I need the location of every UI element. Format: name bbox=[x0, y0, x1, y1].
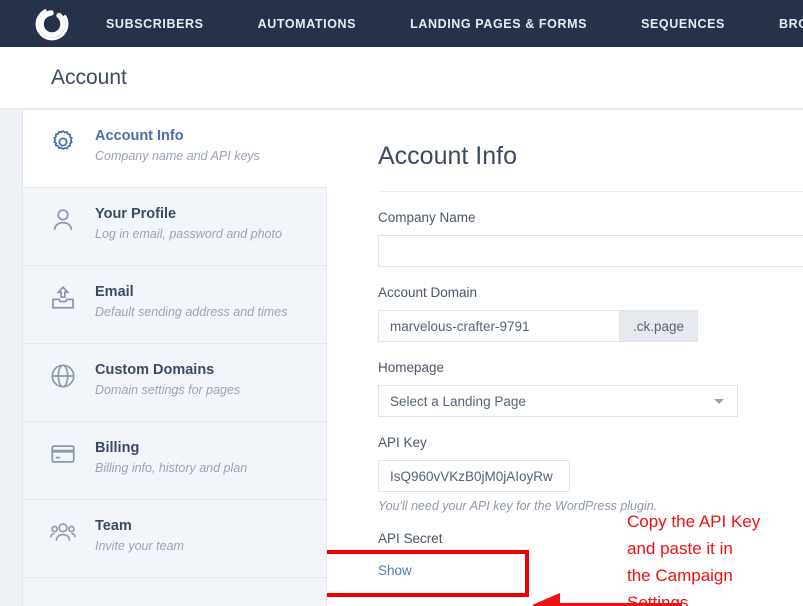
globe-icon bbox=[49, 360, 87, 390]
api-secret-show-link[interactable]: Show bbox=[378, 563, 803, 578]
account-info-panel: Account Info Company Name Account Domain… bbox=[327, 109, 803, 606]
sidebar-item-label: Email bbox=[95, 284, 134, 300]
sidebar-item-account-info[interactable]: Account Info Company name and API keys bbox=[23, 110, 327, 188]
nav-link-broadcasts[interactable]: BROADCASTS bbox=[752, 17, 803, 31]
account-domain-label: Account Domain bbox=[378, 285, 478, 300]
api-key-label: API Key bbox=[378, 435, 427, 450]
sidebar-item-desc: Log in email, password and photo bbox=[95, 227, 282, 241]
sidebar-item-custom-domains[interactable]: Custom Domains Domain settings for pages bbox=[23, 344, 326, 422]
sidebar-item-desc: Billing info, history and plan bbox=[95, 461, 248, 475]
sidebar-item-label: Account Info bbox=[95, 128, 184, 144]
api-key-input[interactable]: IsQ960vVKzB0jM0jAIoyRw bbox=[378, 460, 570, 492]
sidebar-item-label: Your Profile bbox=[95, 206, 177, 222]
sidebar-item-text: Your Profile Log in email, password and … bbox=[87, 204, 282, 244]
sidebar-item-text: Account Info Company name and API keys bbox=[87, 126, 260, 166]
homepage-label: Homepage bbox=[378, 360, 445, 375]
company-name-label: Company Name bbox=[378, 210, 476, 225]
page-title: Account bbox=[51, 65, 127, 89]
top-navigation-bar: SUBSCRIBERS AUTOMATIONS LANDING PAGES & … bbox=[0, 0, 803, 47]
nav-links: SUBSCRIBERS AUTOMATIONS LANDING PAGES & … bbox=[106, 17, 803, 31]
nav-link-automations[interactable]: AUTOMATIONS bbox=[231, 17, 384, 31]
account-domain-suffix: .ck.page bbox=[619, 310, 698, 342]
company-name-field-group: Company Name bbox=[378, 208, 803, 267]
sidebar-item-text: Custom Domains Domain settings for pages bbox=[87, 360, 240, 400]
account-domain-row: marvelous-crafter-9791 .ck.page bbox=[378, 310, 698, 342]
credit-card-icon bbox=[49, 438, 87, 468]
sidebar-item-your-profile[interactable]: Your Profile Log in email, password and … bbox=[23, 188, 326, 266]
sidebar-item-desc: Domain settings for pages bbox=[95, 383, 241, 397]
sidebar-item-desc: Default sending address and times bbox=[95, 305, 288, 319]
company-name-input[interactable] bbox=[378, 235, 803, 267]
homepage-field-group: Homepage Select a Landing Page bbox=[378, 358, 803, 417]
people-icon bbox=[49, 516, 87, 546]
api-key-field-group: API Key IsQ960vVKzB0jM0jAIoyRw You'll ne… bbox=[378, 433, 803, 513]
annotation-line-3: the Campaign bbox=[627, 566, 733, 585]
user-icon bbox=[49, 204, 87, 234]
sidebar-item-label: Team bbox=[95, 518, 132, 534]
homepage-select[interactable]: Select a Landing Page bbox=[378, 385, 738, 417]
sidebar-item-label: Custom Domains bbox=[95, 362, 215, 378]
gear-icon bbox=[49, 126, 87, 156]
sidebar-item-desc: Invite your team bbox=[95, 539, 184, 553]
title-divider bbox=[378, 191, 803, 192]
account-domain-input[interactable]: marvelous-crafter-9791 bbox=[378, 310, 620, 342]
panel-title: Account Info bbox=[378, 142, 517, 170]
nav-link-landing-pages[interactable]: LANDING PAGES & FORMS bbox=[383, 17, 614, 31]
sidebar-item-email[interactable]: Email Default sending address and times bbox=[23, 266, 326, 344]
sidebar-item-text: Email Default sending address and times bbox=[87, 282, 287, 322]
annotation-line-2: and paste it in bbox=[627, 539, 733, 558]
sidebar-item-text: Billing Billing info, history and plan bbox=[87, 438, 247, 478]
page-body: Account Info Company name and API keys Y… bbox=[0, 109, 803, 606]
homepage-select-value: Select a Landing Page bbox=[390, 393, 526, 409]
convertkit-logo-icon[interactable] bbox=[34, 6, 70, 42]
nav-link-sequences[interactable]: SEQUENCES bbox=[614, 17, 752, 31]
sidebar-item-text: Team Invite your team bbox=[87, 516, 184, 556]
sidebar-item-desc: Company name and API keys bbox=[95, 149, 260, 163]
settings-sidebar: Account Info Company name and API keys Y… bbox=[22, 109, 327, 606]
account-domain-field-group: Account Domain marvelous-crafter-9791 .c… bbox=[378, 283, 803, 342]
sidebar-item-team[interactable]: Team Invite your team bbox=[23, 500, 326, 578]
sidebar-item-label: Billing bbox=[95, 440, 140, 456]
nav-link-subscribers[interactable]: SUBSCRIBERS bbox=[106, 17, 231, 31]
chevron-down-icon bbox=[714, 398, 724, 404]
account-header: Account bbox=[0, 47, 803, 109]
sidebar-item-billing[interactable]: Billing Billing info, history and plan bbox=[23, 422, 326, 500]
outbox-icon bbox=[49, 282, 87, 312]
api-secret-field-group: API Secret Show bbox=[378, 529, 803, 578]
annotation-line-4: Settings bbox=[627, 593, 689, 606]
annotation-line-1: Copy the API Key bbox=[627, 512, 761, 531]
